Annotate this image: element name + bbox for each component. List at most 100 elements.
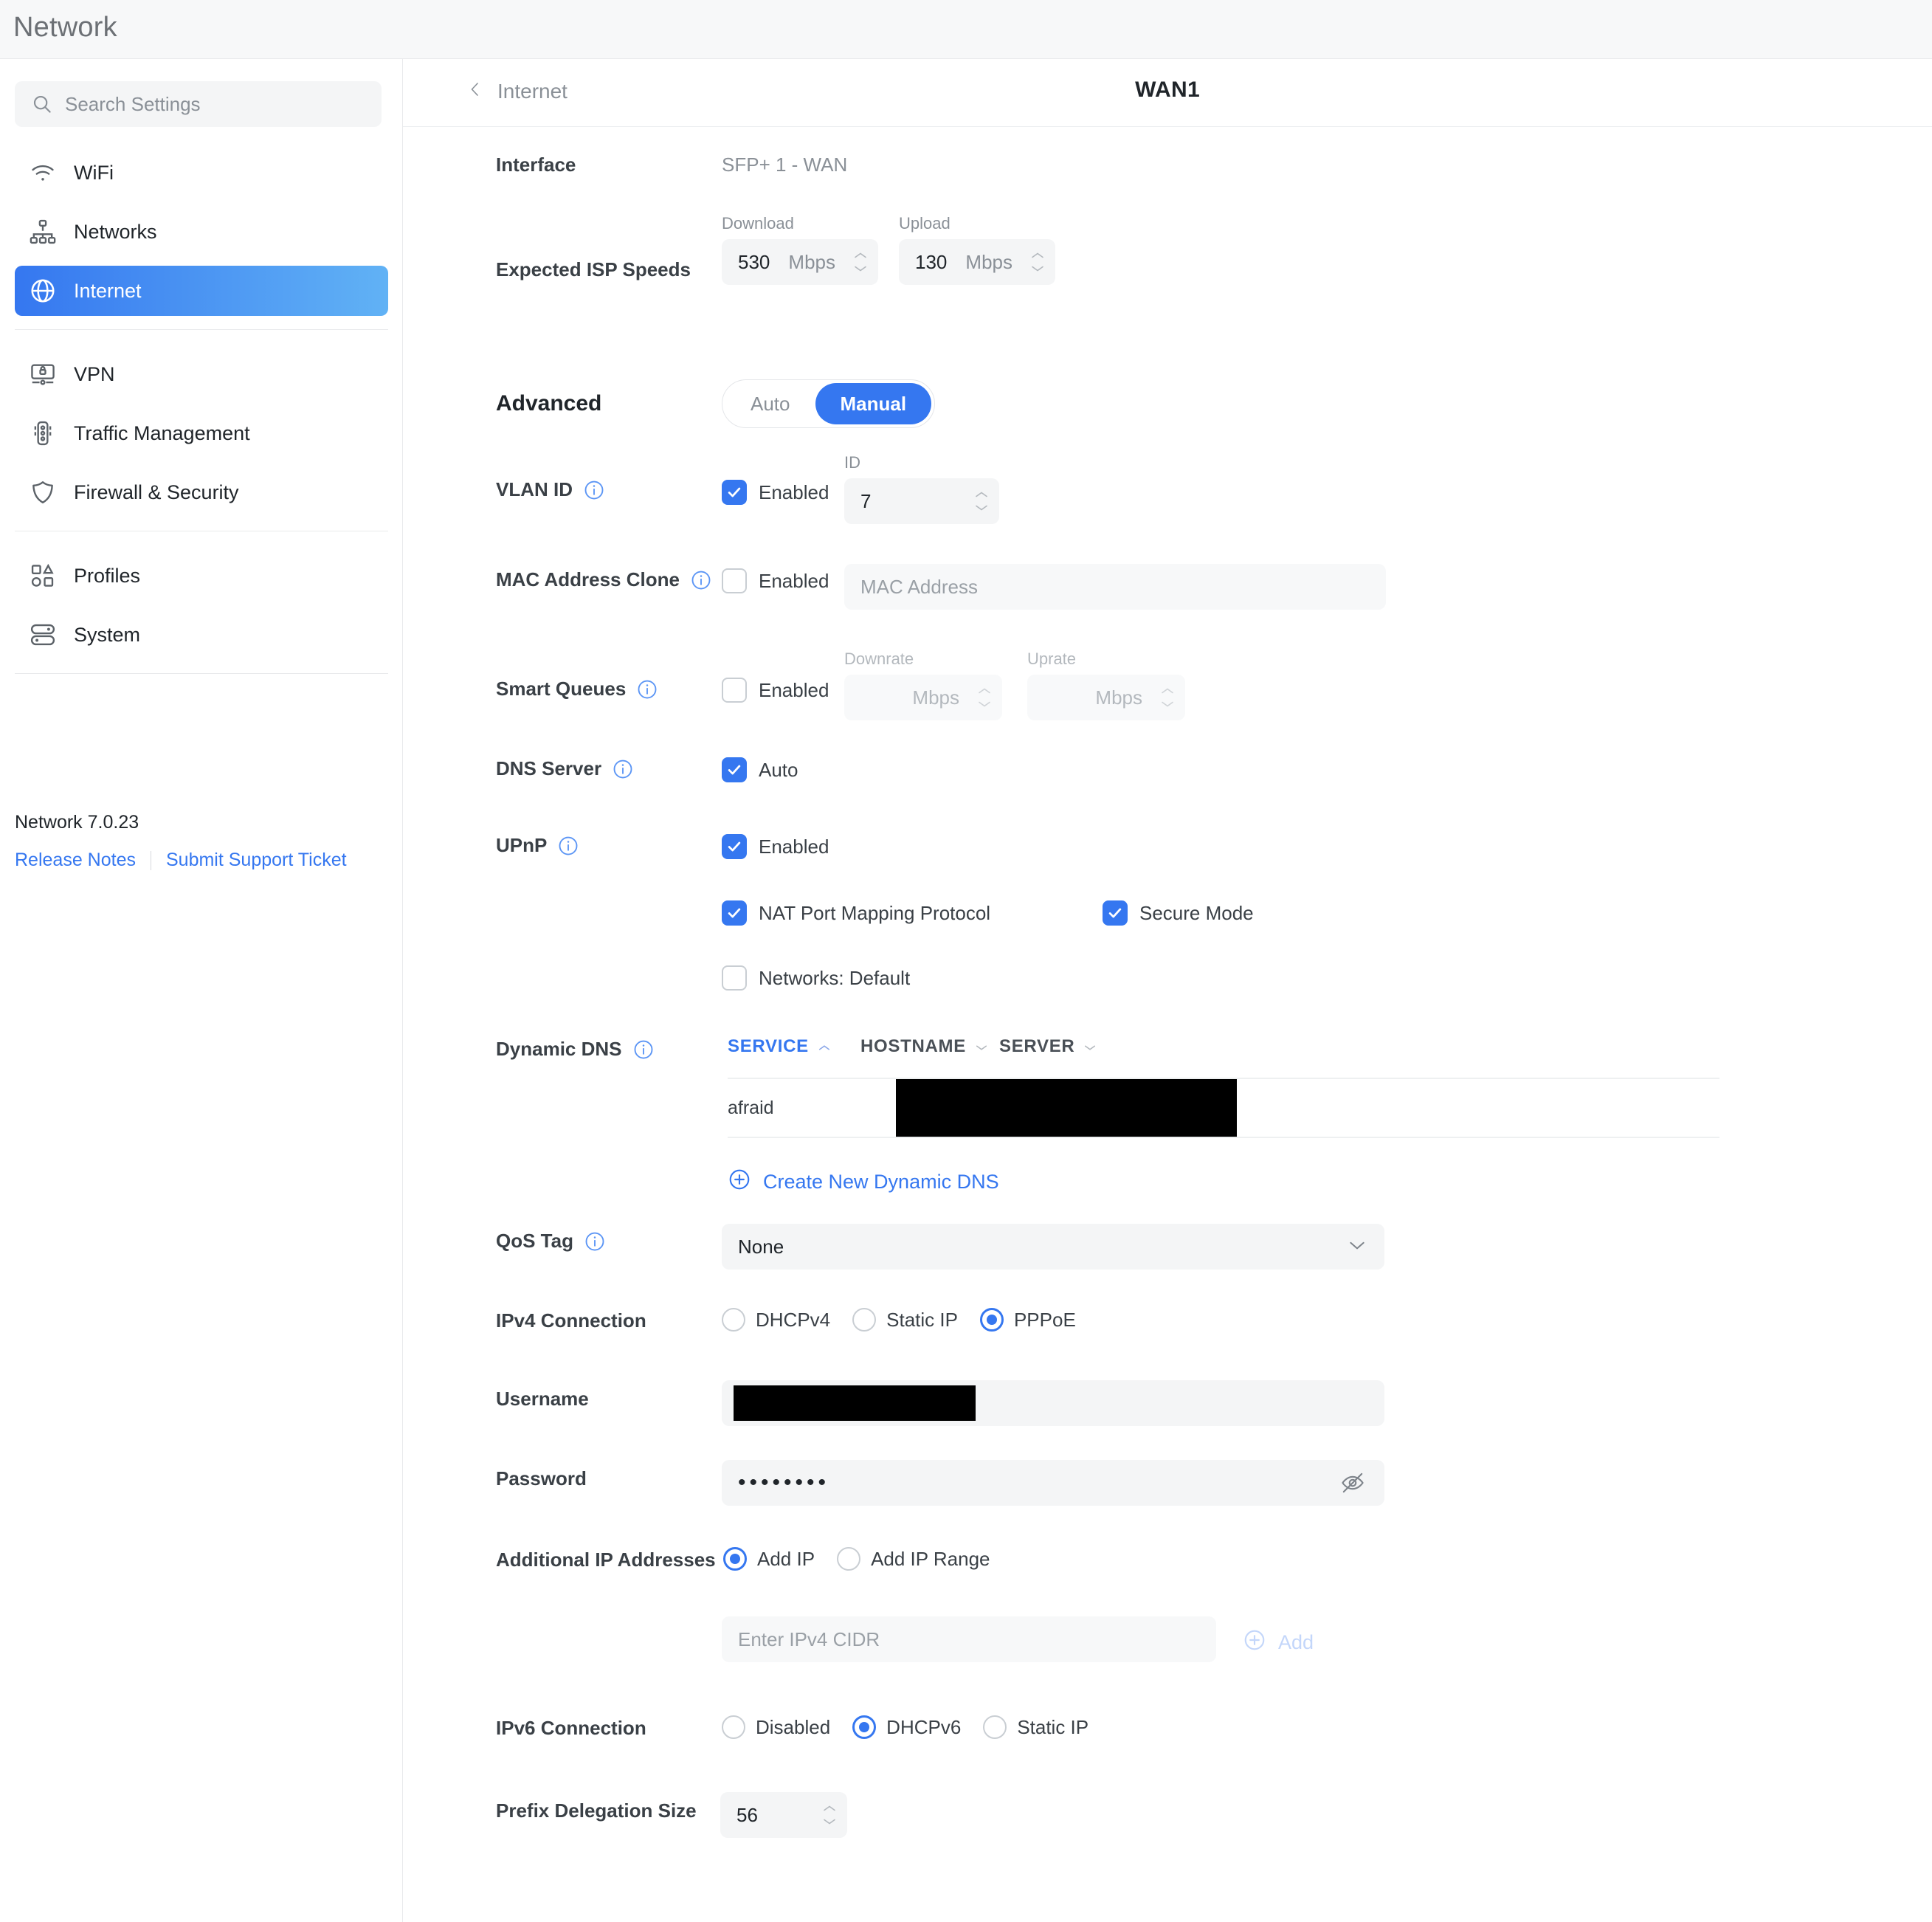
sidebar-item-wifi[interactable]: WiFi [15,148,388,198]
advanced-mode-toggle[interactable]: Auto Manual [722,379,936,428]
additional-ip-radio-group[interactable]: Add IP Add IP Range [723,1547,1012,1571]
sidebar-item-label: Networks [74,220,157,243]
radio-add-ip-range[interactable]: Add IP Range [837,1547,990,1571]
radio-circle [979,1308,1004,1332]
search-input[interactable] [65,92,345,116]
qos-tag-label-text: QoS Tag [496,1230,573,1252]
dns-server-auto-checkbox[interactable]: Auto [722,757,798,782]
smart-queues-label: Smart Queues [496,678,658,700]
sidebar-item-system[interactable]: System [15,610,388,660]
advanced-option-manual[interactable]: Manual [815,383,932,424]
expected-isp-speeds-label: Expected ISP Speeds [496,258,691,280]
radio-add-ip[interactable]: Add IP [723,1547,815,1571]
radio-pppoe[interactable]: PPPoE [979,1308,1076,1332]
ipv4-connection-radio-group[interactable]: DHCPv4 Static IP PPPoE [722,1308,1098,1332]
info-icon[interactable] [690,569,712,591]
info-icon[interactable] [632,1038,655,1061]
sidebar-divider-3 [15,673,388,674]
sidebar-item-vpn[interactable]: VPN [15,349,388,399]
eye-off-icon[interactable] [1340,1470,1365,1495]
radio-static-ip-label: Static IP [886,1308,958,1331]
download-speed-input[interactable]: 530 Mbps [722,239,878,285]
info-icon[interactable] [612,758,634,780]
upload-speed-input[interactable]: 130 Mbps [899,239,1055,285]
create-new-dynamic-dns-label: Create New Dynamic DNS [763,1171,999,1193]
column-header-server[interactable]: SERVER [999,1036,1117,1057]
profiles-shapes-icon [28,561,58,590]
sort-desc-caret-icon [975,1036,988,1057]
row-dns-server: DNS Server Auto [403,735,1932,818]
column-header-server-text: SERVER [999,1036,1075,1056]
uprate-unit: Mbps [1095,686,1142,709]
sort-asc-caret-icon [818,1036,831,1057]
uprate-input[interactable]: Mbps [1027,675,1185,720]
upnp-networks-checkbox[interactable]: Networks: Default [722,965,910,991]
radio-circle [852,1715,877,1739]
table-row[interactable]: afraid [728,1079,1719,1137]
submit-support-ticket-link[interactable]: Submit Support Ticket [166,850,347,871]
vpn-lock-icon [28,359,58,389]
radio-ipv6-disabled-label: Disabled [756,1715,831,1738]
username-label: Username [496,1388,589,1410]
row-username: Username [403,1367,1932,1444]
checkbox-box [722,678,747,703]
radio-ipv6-static-ip[interactable]: Static IP [983,1715,1089,1739]
system-icon [28,620,58,650]
sidebar-item-profiles[interactable]: Profiles [15,551,388,601]
sidebar-item-firewall-security[interactable]: Firewall & Security [15,467,388,517]
secure-mode-checkbox[interactable]: Secure Mode [1103,900,1254,926]
row-ipv4-connection: IPv4 Connection DHCPv4 Static IP PPPoE [403,1286,1932,1367]
ipv6-connection-label: IPv6 Connection [496,1717,646,1739]
release-notes-link[interactable]: Release Notes [15,850,136,871]
add-ip-button[interactable]: Add [1243,1628,1314,1657]
cell-hostname-redacted [896,1079,1237,1137]
prefix-delegation-stepper[interactable] [822,1805,837,1826]
info-icon[interactable] [636,678,658,700]
download-stepper[interactable] [853,252,868,273]
nat-pmp-checkbox[interactable]: NAT Port Mapping Protocol [722,900,990,926]
radio-ipv6-dhcpv6[interactable]: DHCPv6 [852,1715,961,1739]
create-new-dynamic-dns-button[interactable]: Create New Dynamic DNS [728,1168,1719,1196]
radio-ipv6-disabled[interactable]: Disabled [722,1715,830,1739]
prefix-delegation-input[interactable]: 56 [720,1792,847,1838]
username-input[interactable] [722,1380,1384,1426]
sidebar-item-internet[interactable]: Internet [15,266,388,316]
downrate-input[interactable]: Mbps [844,675,1002,720]
info-icon[interactable] [557,835,579,857]
mac-address-input[interactable]: MAC Address [844,564,1386,610]
vlan-id-input[interactable]: 7 [844,478,999,524]
sidebar-item-traffic-management[interactable]: Traffic Management [15,408,388,458]
column-header-service[interactable]: SERVICE [728,1036,860,1057]
upnp-enabled-checkbox[interactable]: Enabled [722,834,829,859]
sidebar-item-label: Profiles [74,564,141,587]
column-header-hostname[interactable]: HOSTNAME [860,1036,999,1057]
nat-pmp-label: NAT Port Mapping Protocol [759,901,991,924]
search-settings-box[interactable] [15,81,382,127]
info-icon[interactable] [583,479,605,501]
ipv4-cidr-input[interactable]: Enter IPv4 CIDR [722,1616,1216,1662]
uprate-stepper[interactable] [1160,687,1175,709]
advanced-option-auto[interactable]: Auto [725,383,815,424]
qos-tag-select[interactable]: None [722,1224,1384,1270]
downrate-stepper[interactable] [977,687,992,709]
info-icon[interactable] [584,1230,606,1253]
plus-circle-icon [1243,1628,1266,1657]
table-divider-bottom [728,1137,1719,1138]
vlan-id-stepper[interactable] [974,491,989,512]
ipv6-connection-radio-group[interactable]: Disabled DHCPv6 Static IP [722,1715,1111,1739]
password-input[interactable]: •••••••• [722,1460,1384,1506]
add-ip-button-label: Add [1278,1631,1314,1653]
row-smart-queues: Smart Queues Enabled Downrate Mbps Uprat… [403,636,1932,735]
sidebar-item-networks[interactable]: Networks [15,207,388,257]
upload-stepper[interactable] [1030,252,1045,273]
mac-clone-enabled-checkbox[interactable]: Enabled [722,568,829,593]
sidebar-item-label: System [74,623,141,646]
smart-queues-enabled-checkbox[interactable]: Enabled [722,678,829,703]
radio-static-ip[interactable]: Static IP [852,1308,958,1332]
advanced-segmented-control[interactable]: Auto Manual [722,379,936,428]
vlan-enabled-checkbox[interactable]: Enabled [722,480,829,505]
radio-dhcpv4[interactable]: DHCPv4 [722,1308,830,1332]
checkbox-box [722,900,747,926]
page-title: WAN1 [1135,78,1200,102]
checkbox-box [722,568,747,593]
